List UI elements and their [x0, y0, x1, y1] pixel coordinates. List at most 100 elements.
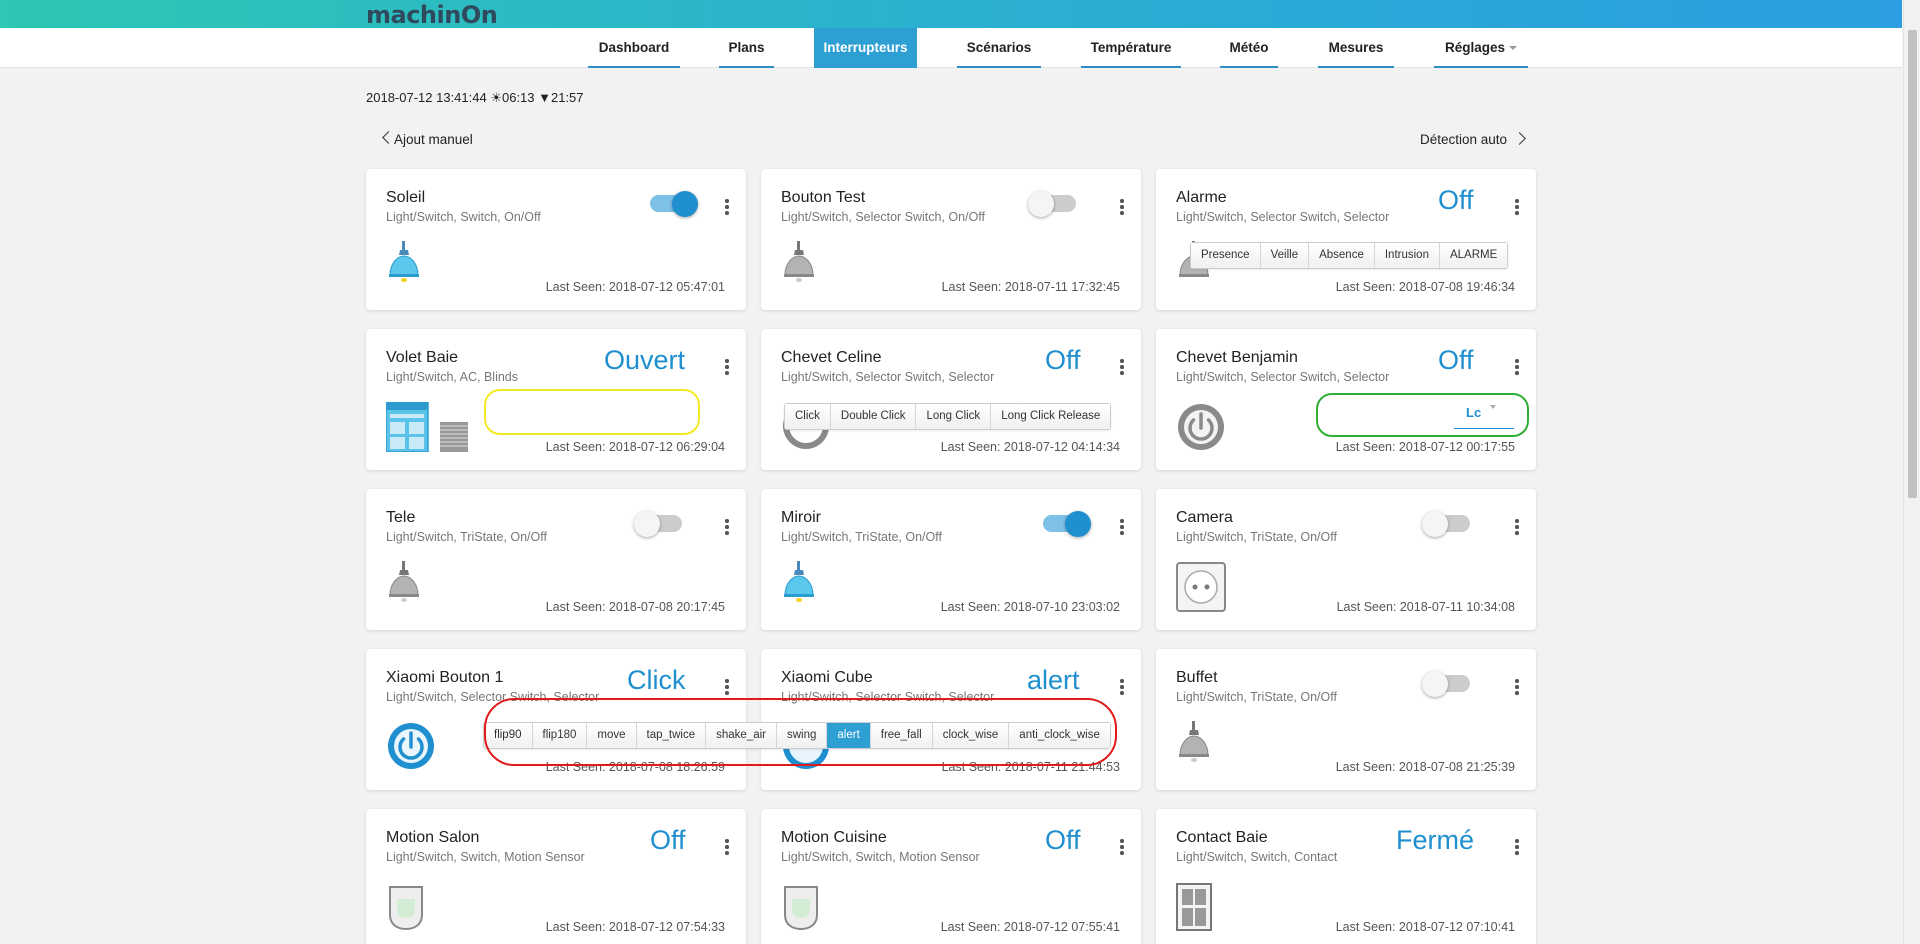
nav-interrupteurs[interactable]: Interrupteurs [814, 28, 917, 68]
device-type: Light/Switch, Switch, Contact [1176, 850, 1338, 864]
nav-scenarios[interactable]: Scénarios [957, 28, 1041, 68]
more-options-icon[interactable] [1119, 199, 1125, 217]
device-card-volet-baie: Volet Baie Light/Switch, AC, Blinds Ouve… [366, 329, 746, 470]
device-type: Light/Switch, TriState, On/Off [781, 530, 942, 544]
chevron-right-icon [1513, 132, 1526, 146]
power-icon[interactable] [1176, 402, 1226, 452]
nav-meteo[interactable]: Météo [1220, 28, 1278, 68]
power-on-icon[interactable] [386, 721, 436, 771]
device-card-alarme: Alarme Light/Switch, Selector Switch, Se… [1156, 169, 1536, 310]
more-options-icon[interactable] [1514, 199, 1520, 217]
last-seen: Last Seen: 2018-07-12 05:47:01 [545, 280, 725, 294]
device-name: Motion Salon [386, 829, 480, 846]
bulb-off-icon[interactable] [781, 241, 817, 287]
option-double-click[interactable]: Double Click [830, 404, 917, 429]
option-presence[interactable]: Presence [1191, 243, 1261, 268]
more-options-icon[interactable] [1514, 359, 1520, 377]
device-toggle[interactable] [1422, 671, 1474, 697]
more-options-icon[interactable] [724, 519, 730, 537]
nav-mesures[interactable]: Mesures [1318, 28, 1394, 68]
chevron-down-icon [1509, 46, 1518, 51]
device-status: alert [1027, 665, 1080, 695]
device-type: Light/Switch, AC, Blinds [386, 370, 519, 384]
more-options-icon[interactable] [724, 359, 730, 377]
last-seen: Last Seen: 2018-07-10 23:03:02 [940, 600, 1120, 614]
last-seen: Last Seen: 2018-07-12 06:29:04 [545, 440, 725, 454]
more-options-icon[interactable] [1119, 519, 1125, 537]
device-toggle[interactable] [634, 511, 686, 537]
device-toggle[interactable] [1028, 191, 1080, 217]
more-options-icon[interactable] [724, 839, 730, 857]
more-options-icon[interactable] [1119, 839, 1125, 857]
device-status: Off [1438, 185, 1474, 215]
nav-dashboard[interactable]: Dashboard [588, 28, 680, 68]
nav-plans[interactable]: Plans [719, 28, 774, 68]
device-card-motion-salon: Motion Salon Light/Switch, Switch, Motio… [366, 809, 746, 944]
bulb-off-icon[interactable] [386, 561, 422, 607]
device-toggle[interactable] [646, 191, 698, 217]
last-seen: Last Seen: 2018-07-12 00:17:55 [1335, 440, 1515, 454]
chevron-left-icon [382, 131, 395, 144]
more-options-icon[interactable] [1119, 679, 1125, 697]
nav-temperature[interactable]: Température [1081, 28, 1181, 68]
last-seen: Last Seen: 2018-07-12 07:10:41 [1335, 920, 1515, 934]
manual-add-label: Ajout manuel [394, 132, 473, 147]
last-seen: Last Seen: 2018-07-11 17:32:45 [941, 280, 1120, 294]
last-seen: Last Seen: 2018-07-12 04:14:34 [940, 440, 1120, 454]
door-icon[interactable] [1176, 883, 1212, 931]
option-veille[interactable]: Veille [1260, 243, 1310, 268]
logo[interactable]: machinOn [366, 1, 498, 29]
level-select[interactable]: Lc [1454, 399, 1514, 429]
option-click[interactable]: Click [785, 404, 831, 429]
device-name: Contact Baie [1176, 829, 1268, 846]
manual-add-link[interactable]: Ajout manuel [382, 131, 473, 147]
option-absence[interactable]: Absence [1309, 243, 1375, 268]
more-options-icon[interactable] [1514, 519, 1520, 537]
device-card-camera: Camera Light/Switch, TriState, On/Off La… [1156, 489, 1536, 630]
datetime-sun-info: 2018-07-12 13:41:44 ☀06:13 ▼21:57 [366, 90, 584, 105]
more-options-icon[interactable] [1514, 679, 1520, 697]
option-intrusion[interactable]: Intrusion [1374, 243, 1440, 268]
more-options-icon[interactable] [1119, 359, 1125, 377]
chevron-down-icon [1490, 405, 1496, 409]
device-type: Light/Switch, Selector Switch, Selector [1176, 210, 1390, 224]
last-seen: Last Seen: 2018-07-08 19:46:34 [1335, 280, 1515, 294]
bulb-on-icon[interactable] [781, 561, 817, 607]
device-status: Off [1045, 345, 1081, 375]
more-options-icon[interactable] [1514, 839, 1520, 857]
option-long-click[interactable]: Long Click [916, 404, 992, 429]
device-toggle[interactable] [1422, 511, 1474, 537]
device-status: Ouvert [604, 345, 686, 375]
device-status: Click [627, 665, 686, 695]
device-type: Light/Switch, Selector Switch, Selector [781, 370, 995, 384]
device-type: Light/Switch, Selector Switch, On/Off [781, 210, 986, 224]
auto-detect-link[interactable]: Détection auto [1420, 132, 1526, 147]
device-toggle[interactable] [1039, 511, 1091, 537]
device-name: Alarme [1176, 189, 1227, 206]
outlet-icon[interactable] [1176, 562, 1226, 612]
blinds-icon[interactable] [386, 402, 468, 452]
last-seen: Last Seen: 2018-07-12 07:55:41 [940, 920, 1120, 934]
annotation-highlight-yellow [484, 389, 700, 435]
device-name: Miroir [781, 509, 821, 526]
device-name: Bouton Test [781, 189, 866, 206]
device-name: Xiaomi Bouton 1 [386, 669, 504, 686]
bulb-off-icon[interactable] [1176, 721, 1212, 767]
device-status: Off [1438, 345, 1474, 375]
scrollbar[interactable] [1903, 0, 1920, 944]
alarm-mode-selector: Presence Veille Absence Intrusion ALARME [1190, 242, 1509, 269]
motion-sensor-icon[interactable] [781, 883, 821, 931]
bulb-on-icon[interactable] [386, 241, 422, 287]
more-options-icon[interactable] [724, 199, 730, 217]
scroll-thumb[interactable] [1908, 30, 1917, 498]
nav-reglages[interactable]: Réglages [1434, 28, 1528, 68]
device-name: Xiaomi Cube [781, 669, 873, 686]
more-options-icon[interactable] [724, 679, 730, 697]
device-card-miroir: Miroir Light/Switch, TriState, On/Off La… [761, 489, 1141, 630]
option-alarme[interactable]: ALARME [1439, 243, 1508, 268]
main-nav: Dashboard Plans Interrupteurs Scénarios … [0, 28, 1902, 68]
motion-sensor-icon[interactable] [386, 883, 426, 931]
device-name: Motion Cuisine [781, 829, 887, 846]
auto-detect-label: Détection auto [1420, 132, 1508, 147]
option-long-click-release[interactable]: Long Click Release [991, 404, 1111, 429]
